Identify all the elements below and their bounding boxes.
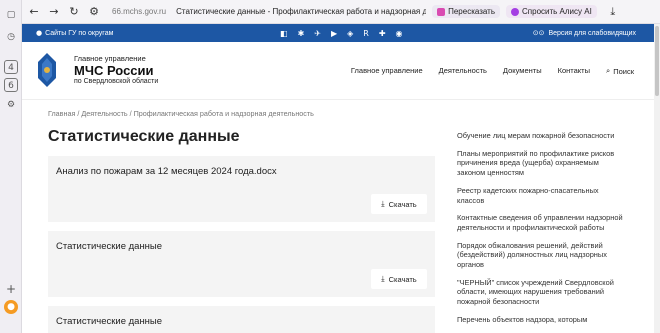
download-browser-icon[interactable]: ⤓	[605, 4, 621, 20]
brand-region: по Свердловской области	[74, 78, 159, 85]
download-button[interactable]: ⤓ Скачать	[371, 194, 427, 214]
menu-main-directorate[interactable]: Главное управление	[351, 66, 423, 76]
glasses-icon: ⊙⊙	[532, 29, 545, 37]
download-label: Скачать	[388, 199, 417, 209]
back-icon[interactable]: ←	[26, 4, 42, 20]
pinterest-icon[interactable]: ◉	[396, 29, 403, 38]
site-topbar: ● Сайты ГУ по округам ◧ ✱ ✈ ▶ ◈ R ✚ ◉ ⊙⊙…	[22, 24, 654, 42]
sidebar-badge-2[interactable]: 6	[4, 78, 18, 92]
mchs-emblem-icon[interactable]	[36, 52, 58, 88]
youtube-icon[interactable]: ▶	[331, 29, 337, 38]
main-menu: Главное управление Деятельность Документ…	[351, 66, 634, 76]
retell-button[interactable]: Пересказать	[432, 5, 501, 18]
search-label: Поиск	[613, 66, 634, 76]
regional-sites-label: Сайты ГУ по округам	[45, 29, 114, 37]
bookmark-icon[interactable]: ▢	[4, 8, 18, 22]
ask-alice-label: Спросить Алису AI	[522, 7, 592, 16]
menu-contacts[interactable]: Контакты	[558, 66, 590, 76]
section-nav-item[interactable]: Порядок обжалования решений, действий (б…	[457, 241, 627, 270]
add-icon[interactable]: +	[4, 282, 18, 296]
vk-icon[interactable]: ◧	[280, 29, 288, 38]
search-button[interactable]: ⌕ Поиск	[606, 66, 634, 76]
section-nav-item[interactable]: Планы мероприятий по профилактике рисков…	[457, 149, 627, 178]
brand[interactable]: Главное управление МЧС России по Свердло…	[74, 54, 158, 85]
browser-sidebar: ▢ ◷ 4 6 ⚙ + ●	[0, 0, 22, 333]
tab-title: Статистические данные - Профилактическая…	[176, 7, 427, 16]
social-links: ◧ ✱ ✈ ▶ ◈ R ✚ ◉	[280, 29, 403, 38]
location-pin-icon: ●	[36, 29, 43, 37]
document-title: Статистические данные	[56, 316, 163, 327]
retell-label: Пересказать	[448, 7, 496, 16]
breadcrumb[interactable]: Главная / Деятельность / Профилактическа…	[48, 109, 314, 118]
sidebar-badge-1[interactable]: 4	[4, 60, 18, 74]
apps-icon[interactable]: ⚙	[4, 98, 18, 112]
search-icon: ⌕	[606, 66, 611, 75]
dzen-icon[interactable]: ✚	[379, 29, 386, 38]
document-title: Статистические данные	[56, 241, 163, 252]
low-vision-link[interactable]: ⊙⊙ Версия для слабовидящих	[533, 29, 636, 37]
alice-icon[interactable]: ●	[4, 300, 18, 314]
regional-sites-link[interactable]: ● Сайты ГУ по округам	[36, 29, 113, 37]
page-scrollbar[interactable]	[654, 24, 660, 333]
alice-logo-icon	[511, 7, 520, 16]
site-header: Главное управление МЧС России по Свердло…	[22, 42, 654, 100]
browser-toolbar: ← → ↻ ⚙ 66.mchs.gov.ru Статистические да…	[22, 0, 660, 24]
document-card: Анализ по пожарам за 12 месяцев 2024 год…	[48, 156, 435, 222]
low-vision-label: Версия для слабовидящих	[548, 29, 636, 37]
forward-icon[interactable]: →	[46, 4, 62, 20]
document-card: Статистические данные ⤓ Скачать	[48, 231, 435, 297]
download-label: Скачать	[388, 274, 417, 284]
address-bar[interactable]: 66.mchs.gov.ru	[112, 7, 166, 16]
download-icon: ⤓	[381, 274, 385, 283]
rutube-icon[interactable]: R	[363, 29, 369, 38]
brand-name: МЧС России	[74, 63, 154, 78]
telegram-icon[interactable]: ✈	[314, 29, 321, 38]
menu-documents[interactable]: Документы	[503, 66, 542, 76]
download-button[interactable]: ⤓ Скачать	[371, 269, 427, 289]
section-nav-item[interactable]: "ЧЕРНЫЙ" список учреждений Свердловской …	[457, 278, 627, 307]
ok-icon[interactable]: ✱	[298, 29, 305, 38]
ask-alice-button[interactable]: Спросить Алису AI	[506, 5, 597, 18]
section-nav-item[interactable]: Обучение лиц мерам пожарной безопасности	[457, 131, 627, 141]
max-icon[interactable]: ◈	[347, 29, 353, 38]
scrollbar-thumb[interactable]	[655, 26, 659, 96]
section-nav: Обучение лиц мерам пожарной безопасности…	[457, 131, 627, 333]
history-icon[interactable]: ◷	[4, 30, 18, 44]
document-title: Анализ по пожарам за 12 месяцев 2024 год…	[56, 166, 277, 177]
section-nav-item[interactable]: Реестр кадетских пожарно-спасательных кл…	[457, 186, 627, 205]
brand-line-1: Главное управление	[74, 54, 146, 63]
retell-icon	[437, 7, 446, 16]
settings-icon[interactable]: ⚙	[86, 4, 102, 20]
section-nav-item[interactable]: Контактные сведения об управлении надзор…	[457, 213, 627, 232]
download-icon: ⤓	[381, 199, 385, 208]
reload-icon[interactable]: ↻	[66, 4, 82, 20]
document-card: Статистические данные	[48, 306, 435, 333]
page-title: Статистические данные	[48, 128, 240, 145]
menu-activity[interactable]: Деятельность	[439, 66, 487, 76]
section-nav-item[interactable]: Перечень объектов надзора, которым	[457, 315, 627, 325]
